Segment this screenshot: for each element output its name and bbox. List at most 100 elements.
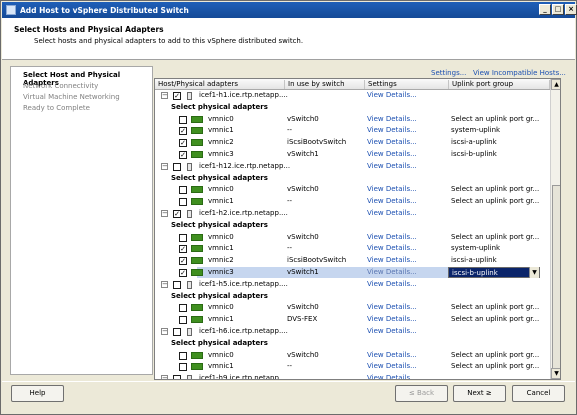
scroll-up-icon[interactable]: ▲ (551, 79, 560, 90)
adapter-row[interactable]: ✓ vmnic3 vSwitch1 View Details... iscsi-b-up… (155, 149, 550, 160)
uplink-port-group[interactable]: Select an uplink port gr... (451, 314, 539, 325)
uplink-port-group-select[interactable]: iscsi-b-uplink ▼ (448, 267, 540, 278)
collapse-toggle-icon[interactable]: − (161, 375, 168, 379)
uplink-port-group[interactable]: Select an uplink port gr... (451, 196, 539, 207)
adapter-row[interactable]: vmnic0 vSwitch0 View Details... Select an u… (155, 184, 550, 195)
host-row[interactable]: − icef1-h5.ice.rtp.netapp.... View Details… (155, 279, 550, 290)
adapter-row[interactable]: ✓ vmnic3 vSwitch1 View Details... iscsi-b-up… (155, 267, 550, 278)
collapse-toggle-icon[interactable]: − (161, 328, 168, 335)
adapter-checkbox[interactable]: ✓ (179, 139, 187, 147)
collapse-toggle-icon[interactable]: − (161, 163, 168, 170)
adapter-row[interactable]: vmnic1 -- View Details... Select an uplink … (155, 361, 550, 372)
host-row[interactable]: − icef1-h9.ice.rtp.netapp.... View Details… (155, 373, 550, 379)
view-details-link[interactable]: View Details... (367, 125, 417, 136)
host-checkbox[interactable] (173, 281, 181, 289)
adapter-row[interactable]: vmnic0 vSwitch0 View Details... Select an u… (155, 114, 550, 125)
host-checkbox[interactable]: ✓ (173, 92, 181, 100)
uplink-port-group[interactable]: Select an uplink port gr... (451, 361, 539, 372)
adapter-checkbox[interactable]: ✓ (179, 257, 187, 265)
adapter-row[interactable]: ✓ vmnic1 -- View Details... system-uplink (155, 125, 550, 136)
next-button[interactable]: Next ≥ (453, 385, 506, 402)
adapter-checkbox[interactable] (179, 304, 187, 312)
adapter-checkbox[interactable] (179, 198, 187, 206)
adapter-row[interactable]: vmnic0 vSwitch0 View Details... Select an u… (155, 232, 550, 243)
maximize-button[interactable]: □ (552, 4, 564, 15)
view-details-link[interactable]: View Details... (367, 137, 417, 148)
view-incompatible-hosts-link[interactable]: View Incompatible Hosts... (473, 69, 566, 77)
host-checkbox[interactable]: ✓ (173, 210, 181, 218)
view-details-link[interactable]: View Details... (367, 279, 417, 290)
view-details-link[interactable]: View Details... (367, 350, 417, 361)
uplink-port-group[interactable]: Select an uplink port gr... (451, 350, 539, 361)
collapse-toggle-icon[interactable]: − (161, 92, 168, 99)
adapter-row[interactable]: ✓ vmnic2 iScsiBootvSwitch View Details... is… (155, 137, 550, 148)
vertical-scrollbar[interactable]: ▲ ▼ (550, 79, 560, 379)
back-button[interactable]: ≤ Back (395, 385, 448, 402)
dropdown-arrow-icon[interactable]: ▼ (529, 267, 539, 278)
adapter-checkbox[interactable] (179, 234, 187, 242)
uplink-port-group[interactable]: system-uplink (451, 243, 500, 254)
collapse-toggle-icon[interactable]: − (161, 210, 168, 217)
column-settings[interactable]: Settings (365, 80, 449, 89)
uplink-port-group[interactable]: Select an uplink port gr... (451, 184, 539, 195)
view-details-link[interactable]: View Details... (367, 196, 417, 207)
adapter-checkbox[interactable]: ✓ (179, 127, 187, 135)
view-details-link[interactable]: View Details... (367, 149, 417, 160)
adapter-checkbox[interactable]: ✓ (179, 151, 187, 159)
adapter-checkbox[interactable] (179, 316, 187, 324)
view-details-link[interactable]: View Details... (367, 255, 417, 266)
host-checkbox[interactable] (173, 163, 181, 171)
adapter-row[interactable]: vmnic0 vSwitch0 View Details... Select an u… (155, 350, 550, 361)
column-uplink-port-group[interactable]: Uplink port group (449, 80, 550, 89)
uplink-port-group[interactable]: Select an uplink port gr... (451, 232, 539, 243)
view-details-link[interactable]: View Details... (367, 361, 417, 372)
uplink-port-group[interactable]: iscsi-a-uplink (451, 137, 497, 148)
collapse-toggle-icon[interactable]: − (161, 281, 168, 288)
title-bar[interactable]: Add Host to vSphere Distributed Switch _… (2, 2, 577, 18)
adapter-checkbox[interactable] (179, 352, 187, 360)
column-in-use[interactable]: In use by switch (285, 80, 365, 89)
adapter-checkbox[interactable] (179, 363, 187, 371)
scroll-down-icon[interactable]: ▼ (551, 368, 560, 379)
view-details-link[interactable]: View Details... (367, 161, 417, 172)
view-details-link[interactable]: View Details... (367, 326, 417, 337)
adapter-row[interactable]: vmnic1 -- View Details... Select an uplink … (155, 196, 550, 207)
adapter-checkbox[interactable]: ✓ (179, 269, 187, 277)
cancel-button[interactable]: Cancel (512, 385, 565, 402)
host-row[interactable]: − ✓ icef1-h2.ice.rtp.netapp.... View Detail… (155, 208, 550, 219)
view-details-link[interactable]: View Details... (367, 267, 417, 278)
minimize-button[interactable]: _ (539, 4, 551, 15)
adapter-row[interactable]: ✓ vmnic1 -- View Details... system-uplink (155, 243, 550, 254)
help-button[interactable]: Help (11, 385, 64, 402)
view-details-link[interactable]: View Details... (367, 184, 417, 195)
host-row[interactable]: − icef1-h12.ice.rtp.netapp... View Details… (155, 161, 550, 172)
view-details-link[interactable]: View Details... (367, 232, 417, 243)
uplink-port-group[interactable]: system-uplink (451, 125, 500, 136)
host-row[interactable]: − icef1-h6.ice.rtp.netapp.... View Details… (155, 326, 550, 337)
host-row[interactable]: − ✓ icef1-h1.ice.rtp.netapp.... View Detail… (155, 90, 550, 101)
view-details-link[interactable]: View Details... (367, 243, 417, 254)
uplink-port-group[interactable]: Select an uplink port gr... (451, 114, 539, 125)
uplink-port-group[interactable]: Select an uplink port gr... (451, 302, 539, 313)
host-checkbox[interactable] (173, 328, 181, 336)
step-ready-to-complete: Ready to Complete (23, 104, 90, 112)
view-details-link[interactable]: View Details... (367, 373, 417, 379)
uplink-port-group[interactable]: iscsi-a-uplink (451, 255, 497, 266)
uplink-port-group[interactable]: iscsi-b-uplink (451, 149, 497, 160)
adapter-row[interactable]: vmnic0 vSwitch0 View Details... Select an u… (155, 302, 550, 313)
adapter-row[interactable]: ✓ vmnic2 iScsiBootvSwitch View Details... is… (155, 255, 550, 266)
adapter-checkbox[interactable] (179, 116, 187, 124)
view-details-link[interactable]: View Details... (367, 114, 417, 125)
settings-link[interactable]: Settings... (431, 69, 466, 77)
column-host-adapters[interactable]: Host/Physical adapters (155, 80, 285, 89)
host-checkbox[interactable] (173, 375, 181, 379)
scroll-thumb[interactable] (552, 185, 560, 375)
close-button[interactable]: × (565, 4, 577, 15)
view-details-link[interactable]: View Details... (367, 208, 417, 219)
adapter-row[interactable]: vmnic1 DVS-FEX View Details... Select an up… (155, 314, 550, 325)
adapter-checkbox[interactable] (179, 186, 187, 194)
view-details-link[interactable]: View Details... (367, 314, 417, 325)
adapter-checkbox[interactable]: ✓ (179, 245, 187, 253)
view-details-link[interactable]: View Details... (367, 90, 417, 101)
view-details-link[interactable]: View Details... (367, 302, 417, 313)
